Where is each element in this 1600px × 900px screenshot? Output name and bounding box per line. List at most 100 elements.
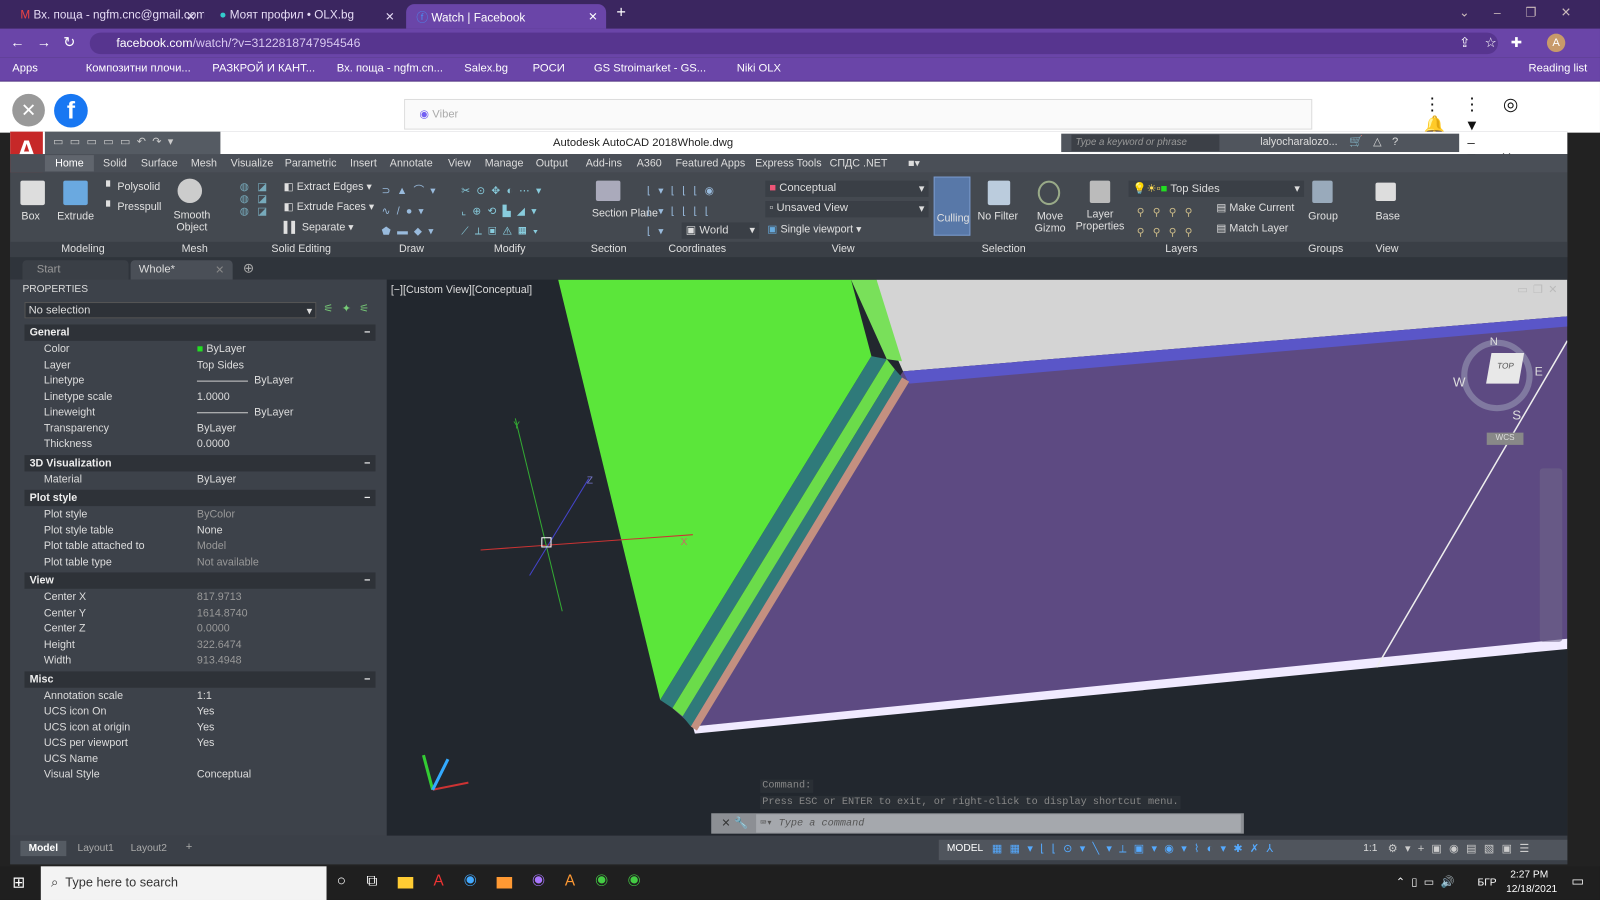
tab-facebook[interactable]: ⓕ Watch | Facebook ✕ — [406, 4, 607, 29]
tab-olx[interactable]: ● Моят профил • OLX.bg ✕ — [209, 4, 403, 28]
layer-properties-button[interactable]: Layer Properties — [1076, 208, 1125, 232]
viewport-controls[interactable]: [−][Custom View][Conceptual] — [391, 284, 532, 296]
system-tray[interactable]: ⌃▯▭🔊 — [1396, 876, 1461, 889]
property-row[interactable]: Lineweight ByLayer — [24, 405, 375, 421]
nav-buttons[interactable]: ←→↻ — [10, 34, 87, 51]
status-toggles[interactable]: ▦▦▾⌊⌊⊙▾╲▾⟂▣▾◉▾⌇◐▾✱✗⅄ — [992, 842, 1281, 856]
section-header[interactable]: Misc − — [24, 670, 376, 688]
bookmark[interactable]: GS Stroimarket - GS... — [594, 62, 706, 74]
layout-tab-layout1[interactable]: Layout1 — [78, 843, 114, 854]
solid-edit-icons[interactable]: ◍◪ ◍◪ ◍◪ — [240, 181, 276, 218]
property-row[interactable]: Center X 817.9713 — [24, 590, 375, 606]
bookmark[interactable]: Вх. поща - ngfm.cn... — [337, 62, 443, 74]
panel-view[interactable]: View — [832, 243, 855, 255]
section-header[interactable]: View − — [24, 572, 376, 589]
layer-dropdown[interactable]: 💡☀▫■ Top Sides ▾ — [1128, 180, 1305, 197]
tab-output[interactable]: Output — [536, 157, 568, 169]
property-row[interactable]: Transparency ByLayer — [24, 421, 375, 437]
selection-dropdown[interactable]: No selection ▾ — [24, 302, 317, 319]
wcs-menu[interactable]: WCS — [1486, 432, 1524, 445]
language-indicator[interactable]: БГР — [1478, 878, 1497, 889]
match-layer-button[interactable]: ▤ Match Layer — [1216, 222, 1288, 234]
bookmark[interactable]: РАЗКРОЙ И КАНТ... — [212, 62, 315, 74]
tab-spds[interactable]: СПДС .NET — [830, 157, 888, 169]
tab-insert[interactable]: Insert — [350, 157, 377, 169]
separate-button[interactable]: ▌▌ Separate ▾ — [284, 221, 354, 233]
property-row[interactable]: Plot style ByColor — [24, 507, 375, 523]
panel-mesh[interactable]: Mesh — [182, 243, 208, 255]
close-tab-icon[interactable]: ✕ — [385, 9, 395, 23]
section-header[interactable]: 3D Visualization − — [24, 454, 376, 471]
panel-layers[interactable]: Layers — [1165, 243, 1197, 255]
bookmark-apps[interactable]: Apps — [12, 62, 38, 74]
clock-time[interactable]: 2:27 PM — [1510, 869, 1548, 880]
layout-tab-model[interactable]: Model — [20, 840, 67, 857]
smooth-object-button[interactable]: Smooth Object — [173, 209, 210, 233]
culling-button[interactable]: Culling — [933, 176, 971, 236]
tab-a360[interactable]: A360 — [637, 157, 662, 169]
window-controls[interactable]: ⌄–❐✕ — [1459, 5, 1595, 19]
move-gizmo-button[interactable]: Move Gizmo — [1035, 210, 1066, 234]
panel-view-2[interactable]: View — [1375, 243, 1398, 255]
compass-w[interactable]: W — [1453, 374, 1466, 389]
modify-tools[interactable]: ✂⊙✥◐⋯▾ ⌞⊕⟲▙◢▾ ⟋⟂▣⚠▦▾ — [461, 181, 547, 242]
close-icon[interactable]: ✕ — [12, 93, 45, 127]
property-row[interactable]: UCS per viewport Yes — [24, 736, 375, 752]
base-button[interactable]: Base — [1375, 210, 1399, 222]
compass-e[interactable]: E — [1535, 364, 1543, 378]
bookmark[interactable]: Niki OLX — [737, 62, 781, 74]
named-view-dropdown[interactable]: ▫ Unsaved View ▾ — [765, 201, 929, 218]
property-row[interactable]: Center Y 1614.8740 — [24, 606, 375, 622]
close-tab-icon[interactable]: ✕ — [588, 9, 598, 23]
tab-visualize[interactable]: Visualize — [231, 157, 274, 169]
command-input[interactable]: ⌨▾ Type a command — [756, 814, 1241, 833]
property-row[interactable]: Layer Top Sides — [24, 358, 375, 374]
taskbar-search[interactable]: ⌕ Type here to search — [40, 866, 327, 900]
compass-s[interactable]: S — [1512, 407, 1521, 422]
panel-modify[interactable]: Modify — [494, 243, 526, 255]
panel-coordinates[interactable]: Coordinates — [668, 243, 726, 255]
tab-solid[interactable]: Solid — [103, 157, 127, 169]
compass-n[interactable]: N — [1490, 336, 1498, 348]
viewcube[interactable]: TOP N S E W — [1453, 336, 1545, 423]
property-row[interactable]: Center Z 0.0000 — [24, 621, 375, 637]
panel-groups[interactable]: Groups — [1308, 243, 1343, 255]
property-row[interactable]: UCS icon at origin Yes — [24, 720, 375, 736]
property-row[interactable]: Visual Style Conceptual — [24, 767, 375, 783]
layer-tools[interactable]: ⚲⚲⚲⚲ ⚲⚲⚲⚲ — [1137, 202, 1201, 243]
notifications-icon[interactable]: ▭ — [1571, 873, 1584, 889]
model-space-button[interactable]: MODEL — [947, 843, 983, 854]
property-row[interactable]: Linetype scale 1.0000 — [24, 389, 375, 405]
add-layout-button[interactable]: + — [186, 841, 193, 853]
extrude-button[interactable]: Extrude — [57, 210, 94, 222]
tab-featured-apps[interactable]: Featured Apps — [676, 157, 746, 169]
bookmark[interactable]: Salex.bg — [464, 62, 508, 74]
property-row[interactable]: Plot table attached to Model — [24, 539, 375, 555]
layout-tab-layout2[interactable]: Layout2 — [131, 843, 167, 854]
property-row[interactable]: Plot table type Not available — [24, 555, 375, 571]
panel-solid-editing[interactable]: Solid Editing — [271, 243, 331, 255]
tab-mesh[interactable]: Mesh — [191, 157, 217, 169]
visual-style-dropdown[interactable]: ■ Conceptual ▾ — [765, 180, 929, 197]
property-row[interactable]: Width 913.4948 — [24, 653, 375, 669]
viewport-window-controls[interactable]: ▭❐✕ — [1517, 283, 1562, 296]
presspull-button[interactable]: ▘ Presspull — [106, 201, 161, 213]
group-button[interactable]: Group — [1308, 210, 1338, 222]
collapse-icon[interactable]: − — [364, 574, 370, 586]
draw-tools[interactable]: ⊃▲⌒▾ ∿/●▾ ⬟▬◆▾ — [382, 181, 442, 242]
clock-date[interactable]: 12/18/2021 — [1506, 884, 1557, 895]
panel-draw[interactable]: Draw — [399, 243, 424, 255]
close-command-icon[interactable]: ✕ 🔧 — [721, 816, 748, 829]
new-doc-tab-button[interactable]: ⊕ — [243, 260, 254, 276]
taskbar-apps[interactable]: ○⧉▆A◉▆◉A◉◉ — [337, 872, 661, 889]
tab-manage[interactable]: Manage — [485, 157, 524, 169]
help-search-input[interactable]: Type a keyword or phrase — [1071, 134, 1220, 152]
title-icons[interactable]: 🛒△? — [1349, 135, 1408, 148]
polysolid-button[interactable]: ▘ Polysolid — [106, 181, 160, 193]
start-button[interactable]: ⊞ — [12, 873, 25, 891]
close-icon[interactable]: ✕ — [215, 263, 224, 276]
panel-section[interactable]: Section — [591, 243, 627, 255]
collapse-icon[interactable]: − — [364, 457, 370, 469]
extract-edges-button[interactable]: ◧ Extract Edges ▾ — [284, 181, 372, 193]
collapse-icon[interactable]: − — [364, 327, 370, 339]
